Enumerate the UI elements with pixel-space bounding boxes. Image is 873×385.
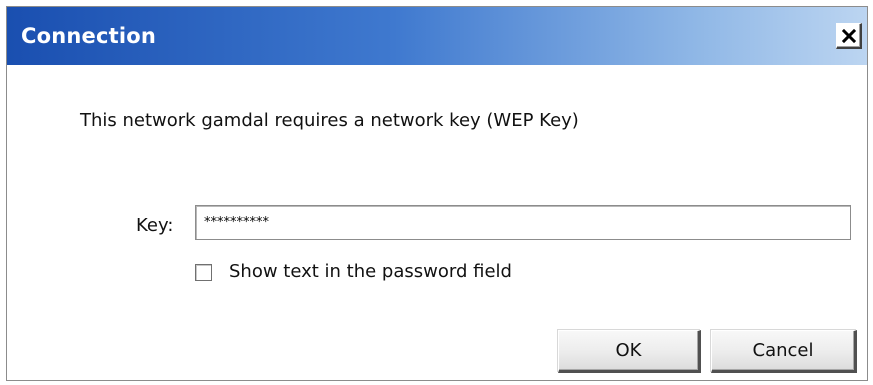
title-bar[interactable]: Connection: [7, 7, 867, 65]
show-text-label[interactable]: Show text in the password field: [229, 261, 512, 283]
show-text-option[interactable]: Show text in the password field: [195, 261, 512, 283]
connection-dialog: Connection This network gamdal requires …: [6, 6, 868, 381]
close-icon: [841, 28, 856, 43]
key-label: Key:: [136, 215, 174, 236]
network-key-message: This network gamdal requires a network k…: [80, 110, 579, 131]
ok-button[interactable]: OK: [558, 330, 701, 373]
key-input[interactable]: [195, 205, 851, 240]
cancel-button[interactable]: Cancel: [711, 330, 857, 373]
dialog-title: Connection: [21, 24, 157, 48]
close-button[interactable]: [836, 23, 862, 49]
show-text-checkbox[interactable]: [195, 263, 212, 281]
